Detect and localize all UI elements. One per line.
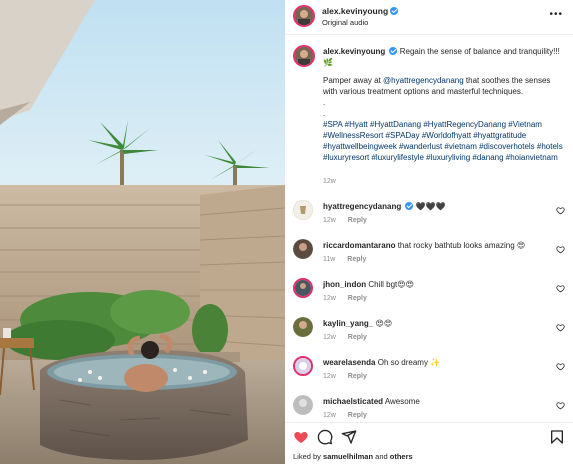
comment-username[interactable]: jhon_indon <box>323 280 366 289</box>
caption-line1: Regain the sense of balance and tranquil… <box>399 47 560 56</box>
reply-button[interactable]: Reply <box>348 373 367 380</box>
post-actions: Liked by samuelhilman and others <box>285 422 573 464</box>
comment-time: 11w <box>323 256 336 263</box>
caption-author-avatar[interactable] <box>293 45 315 67</box>
comment-time: 12w <box>323 334 336 341</box>
caption-dot: . <box>323 109 326 118</box>
more-icon[interactable]: ••• <box>549 9 563 20</box>
verified-icon <box>389 47 398 55</box>
comment-time: 12w <box>323 295 336 302</box>
verified-icon <box>405 202 414 210</box>
caption-mention[interactable]: @hyattregencydanang <box>383 76 464 85</box>
comment-item: riccardomantarano that rocky bathtub loo… <box>285 239 573 278</box>
comment-avatar[interactable] <box>293 200 313 220</box>
reply-button[interactable]: Reply <box>348 334 367 341</box>
comment-avatar[interactable] <box>293 317 313 337</box>
reply-button[interactable]: Reply <box>348 217 367 224</box>
post-sidebar: alex.kevinyoung Original audio ••• alex.… <box>285 0 573 464</box>
liked-by: Liked by samuelhilman and others <box>293 452 413 461</box>
caption-timestamp: 12w <box>323 178 336 185</box>
comment-username[interactable]: kaylin_yang_ <box>323 319 373 328</box>
comment-username[interactable]: hyattregencydanang <box>323 202 401 211</box>
comment-username[interactable]: riccardomantarano <box>323 241 395 250</box>
reply-button[interactable]: Reply <box>348 295 367 302</box>
comment-item: jhon_indon Chill bgt😍😍 12w Reply <box>285 278 573 317</box>
comment-item: kaylin_yang_ 😍😍 12w Reply <box>285 317 573 356</box>
comment-avatar[interactable] <box>293 356 313 376</box>
comment-like-icon[interactable] <box>556 245 565 254</box>
comment-text: 🖤🖤🖤 <box>415 202 446 211</box>
comment-username[interactable]: wearelasenda <box>323 358 375 367</box>
comment-icon[interactable] <box>317 429 333 445</box>
comment-time: 12w <box>323 373 336 380</box>
liked-others[interactable]: others <box>390 452 413 461</box>
post-viewer: alex.kevinyoung Original audio ••• alex.… <box>0 0 573 464</box>
post-media[interactable] <box>0 0 285 464</box>
author-avatar[interactable] <box>293 5 315 27</box>
comment-avatar[interactable] <box>293 239 313 259</box>
caption-hashtags[interactable]: #SPA #Hyatt #HyattDanang #HyattRegencyDa… <box>323 119 563 163</box>
bookmark-icon[interactable] <box>549 429 565 445</box>
comment-text: Awesome <box>384 397 420 406</box>
author-username-text[interactable]: alex.kevinyoung <box>322 6 388 16</box>
liked-user[interactable]: samuelhilman <box>323 452 373 461</box>
comment-item: hyattregencydanang 🖤🖤🖤 12w Reply <box>285 200 573 239</box>
comment-like-icon[interactable] <box>556 206 565 215</box>
comment-text: Oh so dreamy ✨ <box>377 358 441 367</box>
comment-avatar[interactable] <box>293 395 313 415</box>
post-caption: alex.kevinyoung Regain the sense of bala… <box>323 46 563 163</box>
comment-username[interactable]: michaelsticated <box>323 397 383 406</box>
heart-icon[interactable] <box>293 429 309 445</box>
comment-like-icon[interactable] <box>556 401 565 410</box>
comment-avatar[interactable] <box>293 278 313 298</box>
caption-dot: . <box>323 98 326 107</box>
comment-text: Chill bgt😍😍 <box>368 280 414 289</box>
comment-like-icon[interactable] <box>556 323 565 332</box>
original-audio-link[interactable]: Original audio <box>322 18 368 27</box>
verified-icon <box>390 7 399 15</box>
caption-pamper-prefix: Pamper away at <box>323 76 381 85</box>
comment-text: 😍😍 <box>375 319 393 328</box>
author-username[interactable]: alex.kevinyoung <box>322 6 399 16</box>
comment-text: that rocky bathtub looks amazing 😍 <box>397 241 526 250</box>
caption-emoji: 🌿 <box>323 58 333 67</box>
comment-time: 12w <box>323 217 336 224</box>
caption-author[interactable]: alex.kevinyoung <box>323 47 385 56</box>
spa-photo <box>0 0 285 464</box>
comment-like-icon[interactable] <box>556 362 565 371</box>
comment-time: 12w <box>323 412 336 419</box>
liked-and: and <box>375 452 388 461</box>
comment-like-icon[interactable] <box>556 284 565 293</box>
post-header: alex.kevinyoung Original audio ••• <box>285 0 573 35</box>
reply-button[interactable]: Reply <box>348 412 367 419</box>
comment-item: wearelasenda Oh so dreamy ✨ 12w Reply <box>285 356 573 395</box>
liked-prefix: Liked by <box>293 452 321 461</box>
reply-button[interactable]: Reply <box>347 256 366 263</box>
share-icon[interactable] <box>341 429 357 445</box>
